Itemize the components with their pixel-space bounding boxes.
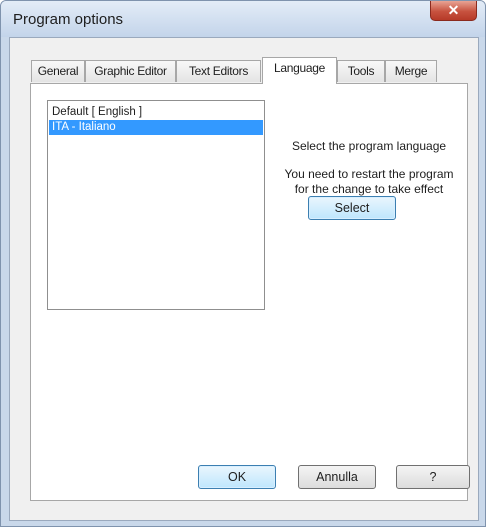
tab-graphic-editor[interactable]: Graphic Editor [85, 60, 176, 82]
restart-note-line-2: for the change to take effect [294, 182, 444, 196]
tab-tools[interactable]: Tools [337, 60, 385, 82]
tab-strip: General Graphic Editor Text Editors Lang… [10, 38, 478, 84]
select-language-prompt: Select the program language [291, 139, 447, 153]
ok-button[interactable]: OK [198, 465, 276, 489]
tab-language[interactable]: Language [262, 57, 337, 84]
language-tab-panel: Default [ English ] ITA - Italiano Selec… [30, 83, 468, 501]
language-list[interactable]: Default [ English ] ITA - Italiano [47, 100, 265, 310]
tab-merge[interactable]: Merge [385, 60, 437, 82]
program-options-dialog: Program options ✕ General Graphic Editor… [0, 0, 486, 527]
cancel-button[interactable]: Annulla [298, 465, 376, 489]
tab-general[interactable]: General [31, 60, 85, 82]
restart-note-line-1: You need to restart the program [284, 167, 454, 181]
dialog-client-area: General Graphic Editor Text Editors Lang… [9, 37, 479, 521]
close-button[interactable]: ✕ [430, 1, 477, 21]
help-button[interactable]: ? [396, 465, 470, 489]
close-icon: ✕ [447, 2, 460, 18]
tab-text-editors[interactable]: Text Editors [176, 60, 261, 82]
window-title: Program options [13, 11, 124, 28]
language-item-default-english[interactable]: Default [ English ] [49, 105, 263, 120]
language-item-ita-italiano[interactable]: ITA - Italiano [49, 120, 263, 135]
title-bar[interactable]: Program options ✕ [1, 1, 485, 37]
select-language-button[interactable]: Select [308, 196, 396, 220]
